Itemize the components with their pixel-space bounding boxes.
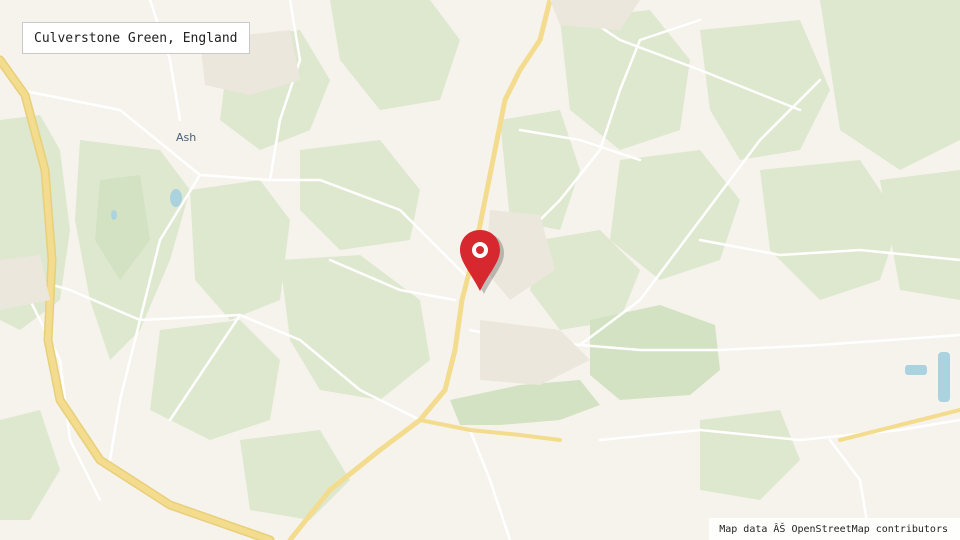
map-title-box: Culverstone Green, England (22, 22, 250, 54)
attribution-text: Map data ÂŠ OpenStreetMap contributors (719, 523, 948, 535)
map-title: Culverstone Green, England (34, 30, 238, 46)
place-label-ash: Ash (176, 131, 197, 144)
map-pin-icon[interactable] (458, 228, 506, 296)
map-attribution: Map data ÂŠ OpenStreetMap contributors (709, 518, 960, 540)
